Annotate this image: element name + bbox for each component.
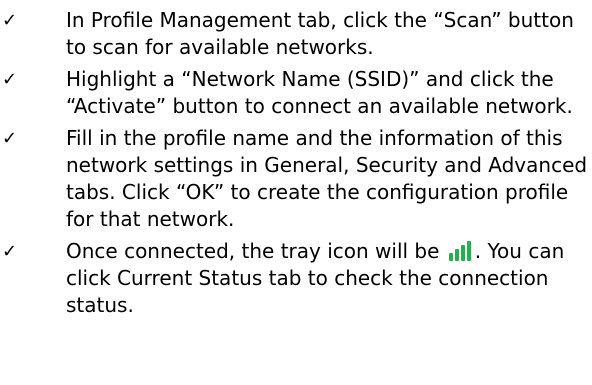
step-text: Highlight a “Network Name (SSID)” and cl… — [66, 67, 573, 118]
check-icon: ✓ — [2, 10, 18, 31]
signal-bar — [448, 253, 453, 261]
signal-bar — [460, 245, 465, 261]
step-text: In Profile Management tab, click the “Sc… — [66, 8, 574, 59]
instruction-checklist: ✓ In Profile Management tab, click the “… — [0, 0, 592, 319]
step-item: ✓ Highlight a “Network Name (SSID)” and … — [0, 66, 592, 120]
signal-bar — [454, 249, 459, 261]
signal-bars-icon — [448, 241, 474, 261]
step-item: ✓ In Profile Management tab, click the “… — [0, 7, 592, 61]
step-text-before: Once connected, the tray icon will be — [66, 239, 446, 263]
step-item: ✓ Fill in the profile name and the infor… — [0, 125, 592, 233]
step-item: ✓ Once connected, the tray icon will be … — [0, 238, 592, 319]
step-text: Once connected, the tray icon will be . … — [66, 238, 592, 319]
signal-bar — [466, 241, 471, 261]
check-icon: ✓ — [2, 241, 18, 262]
check-icon: ✓ — [2, 69, 18, 90]
check-icon: ✓ — [2, 128, 18, 149]
step-text: Fill in the profile name and the informa… — [66, 126, 588, 231]
